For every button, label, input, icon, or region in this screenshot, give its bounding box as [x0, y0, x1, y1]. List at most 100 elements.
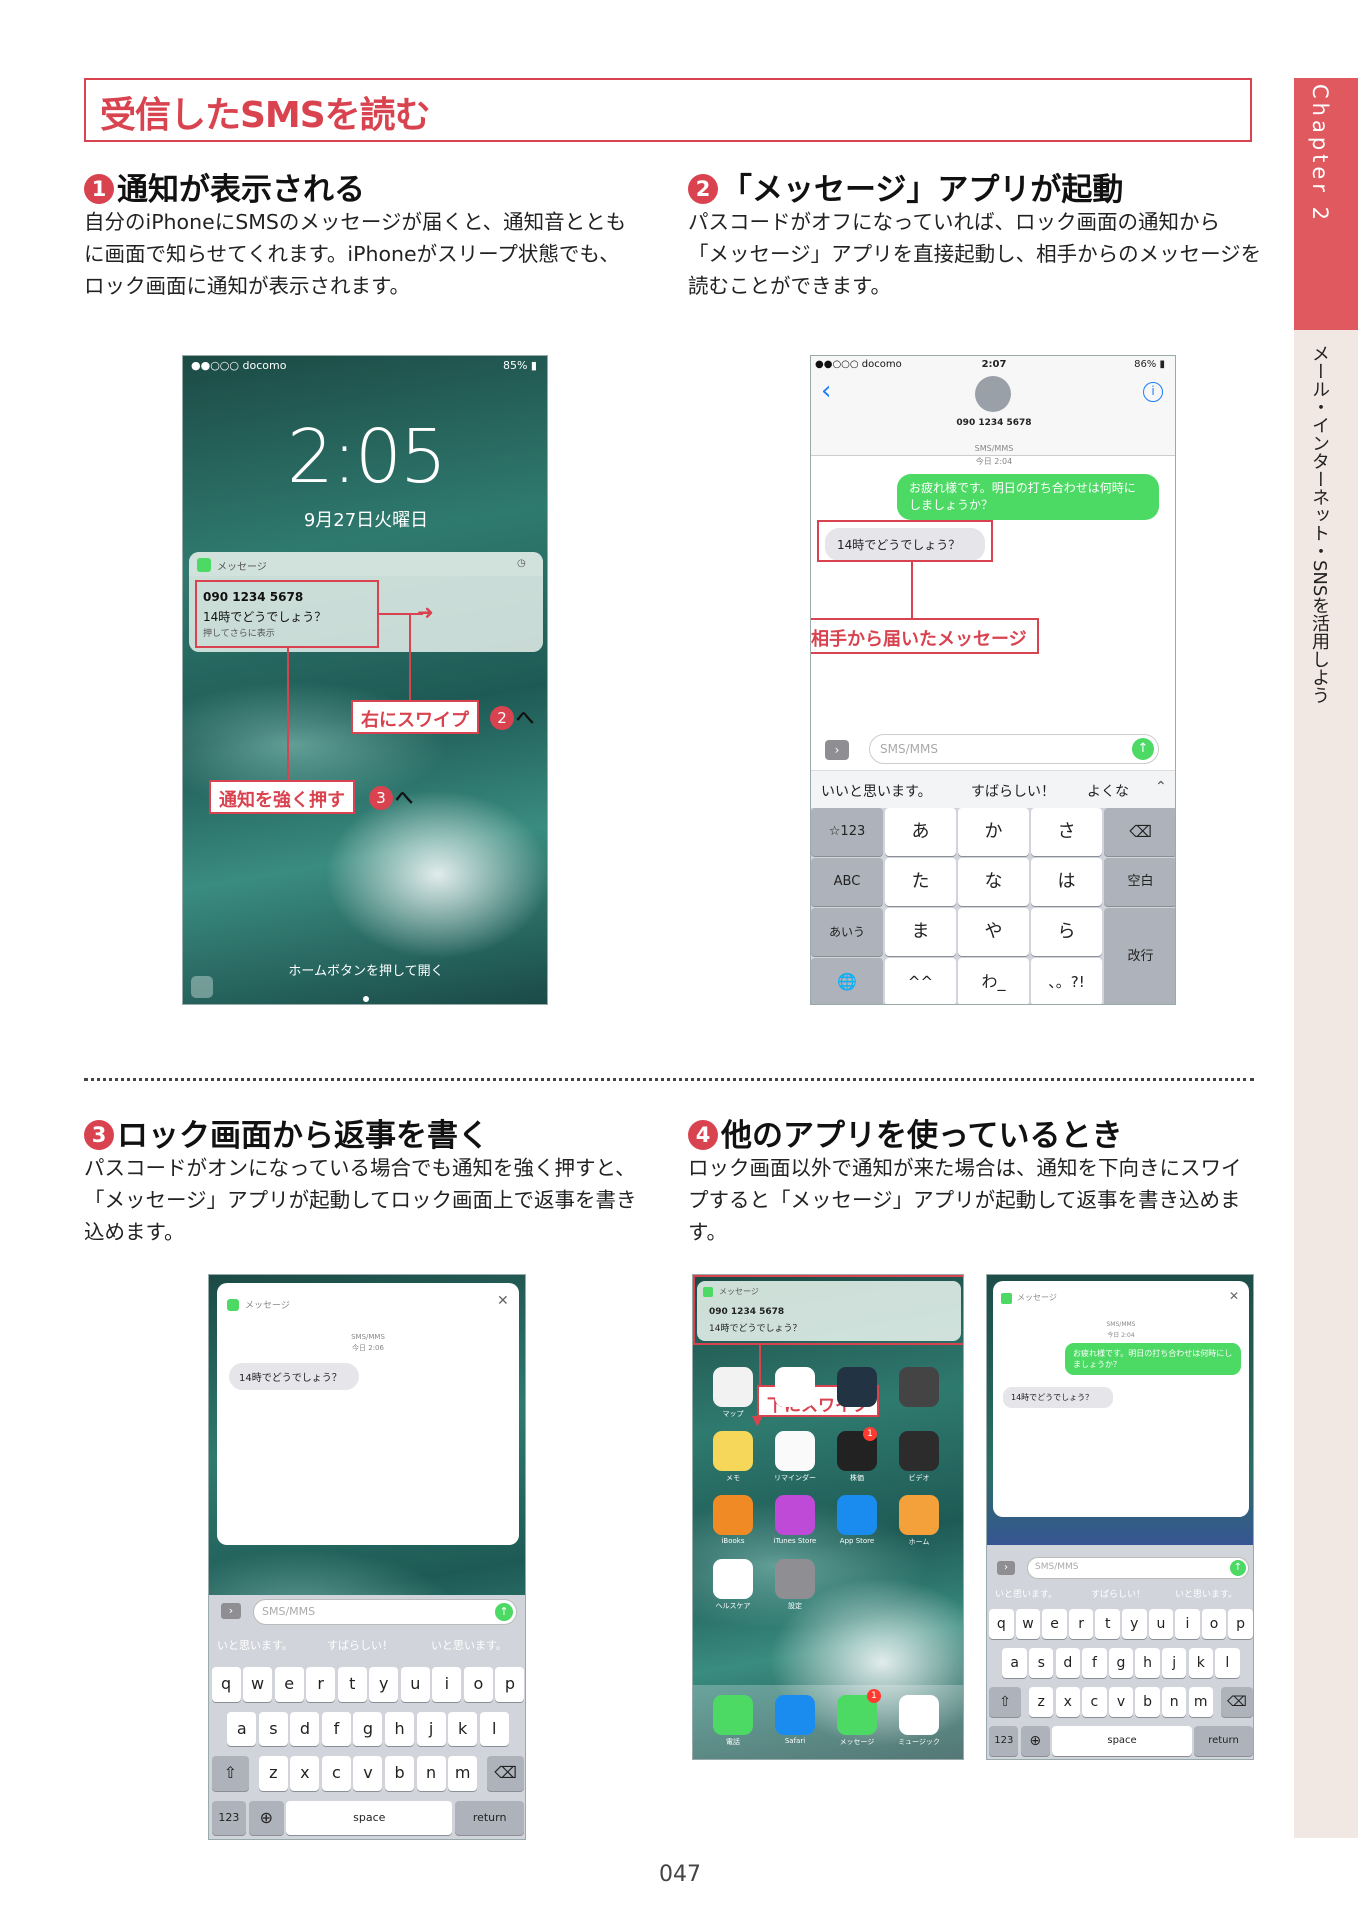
- key[interactable]: g: [353, 1711, 383, 1747]
- key[interactable]: ら: [1031, 908, 1102, 956]
- send-icon[interactable]: ↑: [1230, 1560, 1246, 1576]
- key[interactable]: x: [1055, 1687, 1081, 1718]
- suggestion[interactable]: すばらしい！: [1091, 1587, 1145, 1600]
- space-key[interactable]: 空白: [1104, 858, 1175, 906]
- key[interactable]: p: [495, 1667, 525, 1702]
- expand-icon[interactable]: ›: [997, 1561, 1015, 1575]
- key[interactable]: c: [321, 1756, 351, 1791]
- delete-icon[interactable]: ⌫: [1104, 808, 1175, 856]
- key[interactable]: o: [463, 1667, 493, 1702]
- key[interactable]: w: [243, 1667, 273, 1702]
- key[interactable]: ま: [885, 908, 956, 956]
- key-abc[interactable]: ABC: [811, 858, 883, 906]
- send-icon[interactable]: ↑: [1132, 738, 1154, 760]
- return-key[interactable]: 改行: [1104, 908, 1175, 1004]
- key[interactable]: g: [1108, 1648, 1134, 1679]
- message-input[interactable]: SMS/MMS ↑: [869, 734, 1159, 764]
- key[interactable]: t: [1095, 1609, 1120, 1640]
- globe-icon[interactable]: ⊕: [248, 1800, 284, 1836]
- key[interactable]: さ: [1031, 808, 1102, 856]
- suggestion[interactable]: いと思います。: [995, 1587, 1057, 1600]
- ibooks-icon[interactable]: [713, 1495, 753, 1535]
- globe-icon[interactable]: ⊕: [1020, 1726, 1050, 1757]
- space-key[interactable]: space: [286, 1800, 453, 1836]
- suggestion[interactable]: いと思います。: [217, 1637, 293, 1653]
- send-icon[interactable]: ↑: [495, 1603, 513, 1621]
- shift-icon[interactable]: ⇧: [211, 1756, 250, 1791]
- expand-icon[interactable]: ›: [221, 1603, 241, 1619]
- key[interactable]: k: [448, 1711, 478, 1747]
- key[interactable]: o: [1201, 1609, 1227, 1640]
- key[interactable]: あ: [885, 808, 956, 856]
- key[interactable]: z: [258, 1756, 288, 1791]
- notes-icon[interactable]: [713, 1431, 753, 1471]
- key[interactable]: b: [385, 1756, 415, 1791]
- message-input[interactable]: SMS/MMS ↑: [1027, 1557, 1249, 1579]
- home-icon[interactable]: [899, 1495, 939, 1535]
- contact-name[interactable]: 090 1234 5678: [811, 418, 1175, 428]
- settings-icon[interactable]: [775, 1559, 815, 1599]
- key[interactable]: d: [1055, 1648, 1081, 1679]
- suggestion[interactable]: すばらしい！: [327, 1637, 393, 1653]
- globe-key[interactable]: 🌐: [811, 958, 883, 1004]
- key[interactable]: h: [385, 1711, 415, 1747]
- key[interactable]: u: [400, 1667, 430, 1702]
- key[interactable]: e: [274, 1667, 304, 1702]
- key[interactable]: た: [885, 858, 956, 906]
- key[interactable]: s: [1029, 1648, 1054, 1679]
- key[interactable]: ^^: [885, 958, 956, 1004]
- key[interactable]: u: [1148, 1609, 1174, 1640]
- info-icon[interactable]: i: [1143, 382, 1163, 402]
- appstore-icon[interactable]: [837, 1495, 877, 1535]
- key-kana[interactable]: あいう: [811, 908, 883, 956]
- key[interactable]: l: [1215, 1648, 1240, 1679]
- suggestion[interactable]: よくな: [1087, 781, 1129, 801]
- reminders-icon[interactable]: [775, 1431, 815, 1471]
- maps-icon[interactable]: [713, 1367, 753, 1407]
- key[interactable]: a: [227, 1711, 257, 1747]
- key[interactable]: m: [1188, 1687, 1213, 1718]
- camera-icon[interactable]: [191, 976, 213, 998]
- key[interactable]: な: [958, 858, 1029, 906]
- key[interactable]: x: [290, 1756, 320, 1791]
- key[interactable]: h: [1135, 1648, 1160, 1679]
- key[interactable]: d: [290, 1711, 320, 1747]
- key[interactable]: v: [1108, 1687, 1134, 1718]
- key[interactable]: l: [479, 1711, 509, 1747]
- photos-icon[interactable]: [837, 1367, 877, 1407]
- numbers-key[interactable]: 123: [989, 1726, 1019, 1757]
- suggestion[interactable]: いいと思います。: [821, 781, 932, 801]
- key[interactable]: j: [416, 1711, 446, 1747]
- key[interactable]: y: [1122, 1609, 1147, 1640]
- suggestion[interactable]: いと思います。: [431, 1637, 507, 1653]
- key[interactable]: z: [1029, 1687, 1054, 1718]
- key[interactable]: は: [1031, 858, 1102, 906]
- safari-icon[interactable]: [775, 1695, 815, 1735]
- key[interactable]: c: [1082, 1687, 1107, 1718]
- key[interactable]: t: [337, 1667, 367, 1702]
- key-numbers[interactable]: ☆123: [811, 808, 883, 856]
- key[interactable]: a: [1002, 1648, 1027, 1679]
- key[interactable]: b: [1135, 1687, 1160, 1718]
- key[interactable]: p: [1228, 1609, 1253, 1640]
- return-key[interactable]: return: [1194, 1726, 1253, 1757]
- key[interactable]: i: [1175, 1609, 1200, 1640]
- key[interactable]: f: [321, 1711, 351, 1747]
- videos-icon[interactable]: [899, 1431, 939, 1471]
- key[interactable]: r: [306, 1667, 336, 1702]
- suggestion[interactable]: いと思います。: [1175, 1587, 1237, 1600]
- key[interactable]: 、。?!: [1031, 958, 1102, 1004]
- key[interactable]: f: [1082, 1648, 1107, 1679]
- close-icon[interactable]: ✕: [497, 1293, 509, 1309]
- close-icon[interactable]: ✕: [1229, 1289, 1239, 1303]
- calendar-icon[interactable]: [775, 1367, 815, 1407]
- message-input[interactable]: SMS/MMS ↑: [253, 1599, 517, 1625]
- music-icon[interactable]: [899, 1695, 939, 1735]
- key[interactable]: や: [958, 908, 1029, 956]
- key[interactable]: k: [1188, 1648, 1213, 1679]
- delete-icon[interactable]: ⌫: [1221, 1687, 1253, 1718]
- key[interactable]: か: [958, 808, 1029, 856]
- expand-icon[interactable]: ›: [825, 740, 849, 760]
- key[interactable]: q: [211, 1667, 241, 1702]
- back-chevron-icon[interactable]: ‹: [821, 376, 831, 406]
